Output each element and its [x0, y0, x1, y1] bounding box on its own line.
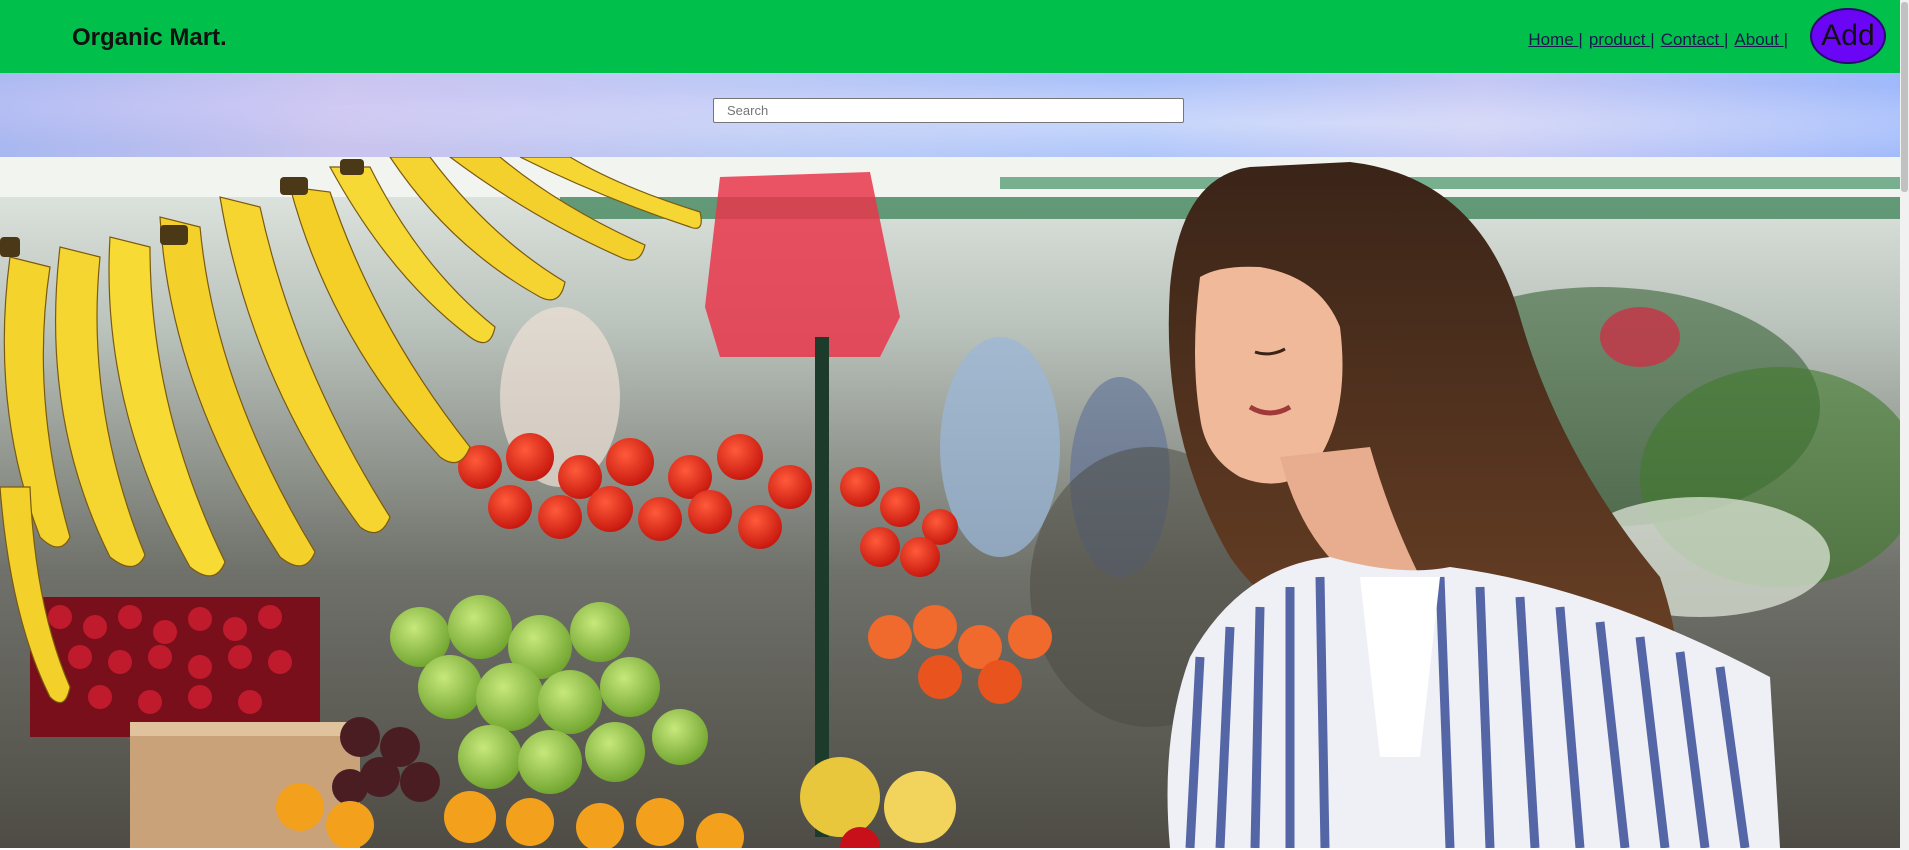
nav-links: Home | product | Contact | About | — [1528, 30, 1794, 50]
nav-link-product[interactable]: product — [1589, 30, 1650, 49]
market-hero-image — [0, 157, 1900, 848]
brand-logo-text: Organic Mart. — [72, 24, 227, 51]
nav-separator: | — [1578, 30, 1583, 49]
add-button[interactable]: Add — [1810, 8, 1886, 64]
hero-illustration — [0, 157, 1900, 848]
nav-link-about[interactable]: About — [1734, 30, 1783, 49]
top-navbar: Organic Mart. Home | product | Contact | Ab… — [0, 0, 1900, 73]
nav-separator: | — [1650, 30, 1655, 49]
nav-separator: | — [1724, 30, 1729, 49]
nav-link-contact[interactable]: Contact — [1661, 30, 1724, 49]
nav-separator: | — [1783, 30, 1788, 49]
scrollbar-thumb[interactable] — [1901, 2, 1908, 192]
nav-link-home[interactable]: Home — [1528, 30, 1578, 49]
search-input[interactable] — [713, 98, 1184, 123]
